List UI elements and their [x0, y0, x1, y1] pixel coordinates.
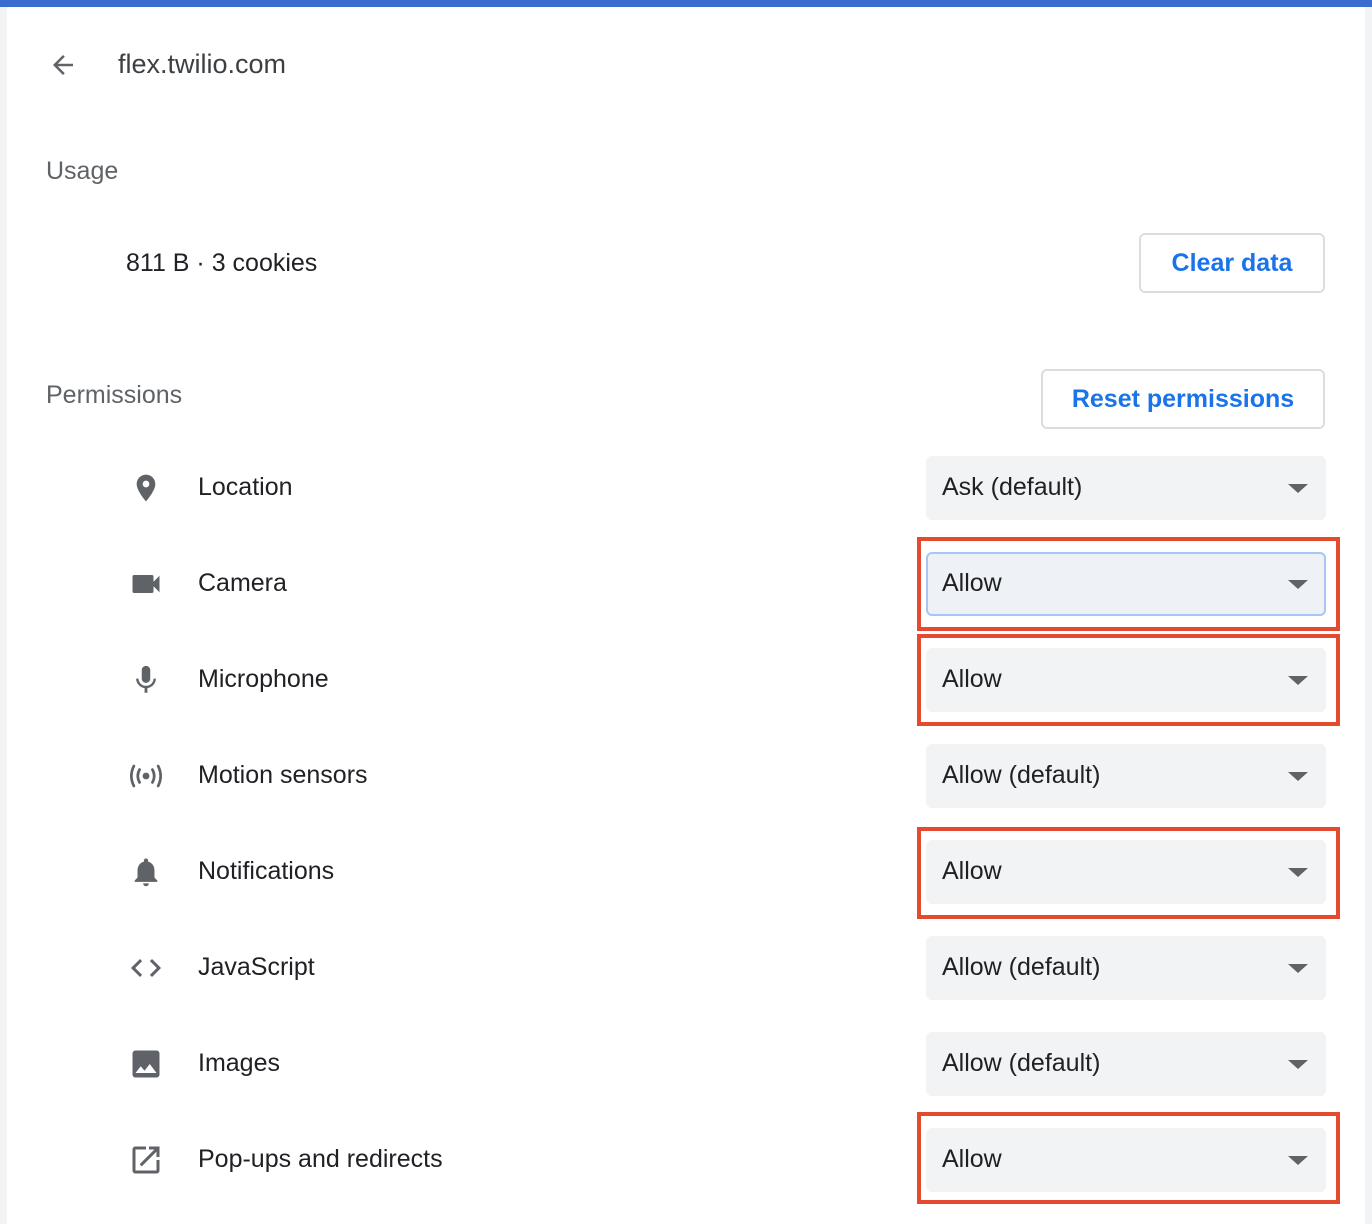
arrow-back-icon: [53, 55, 73, 75]
select-value: Ask (default): [942, 473, 1083, 501]
permission-label: Motion sensors: [198, 761, 368, 789]
permission-row-images: Images Allow (default): [7, 1032, 1365, 1096]
permission-label: JavaScript: [198, 953, 315, 981]
permission-row-popups: Pop-ups and redirects Allow: [7, 1128, 1365, 1192]
location-select[interactable]: Ask (default): [926, 456, 1326, 520]
notifications-select[interactable]: Allow: [926, 840, 1326, 904]
page-title: flex.twilio.com: [118, 49, 287, 79]
clear-data-button[interactable]: Clear data: [1139, 233, 1325, 293]
caret-down-icon: [1288, 676, 1308, 685]
bell-icon: [126, 854, 166, 890]
location-pin-icon: [126, 470, 166, 506]
caret-down-icon: [1288, 868, 1308, 877]
usage-heading: Usage: [46, 157, 119, 185]
permission-label: Notifications: [198, 857, 335, 885]
usage-summary: 811 B · 3 cookies: [126, 249, 318, 277]
code-icon: [126, 950, 166, 986]
permission-label: Camera: [198, 569, 287, 597]
caret-down-icon: [1288, 1060, 1308, 1069]
select-value: Allow: [942, 857, 1002, 885]
permission-label: Location: [198, 473, 293, 501]
permission-label: Pop-ups and redirects: [198, 1145, 443, 1173]
permission-row-javascript: JavaScript Allow (default): [7, 936, 1365, 1000]
caret-down-icon: [1288, 580, 1308, 589]
permission-row-motion-sensors: Motion sensors Allow (default): [7, 744, 1365, 808]
select-value: Allow (default): [942, 1049, 1101, 1077]
motion-sensors-select[interactable]: Allow (default): [926, 744, 1326, 808]
permission-row-location: Location Ask (default): [7, 456, 1365, 520]
select-value: Allow: [942, 665, 1002, 693]
images-select[interactable]: Allow (default): [926, 1032, 1326, 1096]
caret-down-icon: [1288, 484, 1308, 493]
reset-permissions-button[interactable]: Reset permissions: [1041, 369, 1325, 429]
caret-down-icon: [1288, 964, 1308, 973]
site-settings-page: flex.twilio.com Usage 811 B · 3 cookies …: [7, 7, 1365, 1224]
permission-row-camera: Camera Allow: [7, 552, 1365, 616]
camera-icon: [126, 566, 166, 602]
permission-row-microphone: Microphone Allow: [7, 648, 1365, 712]
open-in-new-icon: [126, 1142, 166, 1178]
top-accent-bar: [0, 0, 1372, 7]
select-value: Allow (default): [942, 953, 1101, 981]
caret-down-icon: [1288, 772, 1308, 781]
camera-select[interactable]: Allow: [926, 552, 1326, 616]
motion-sensors-icon: [126, 758, 166, 794]
permissions-heading: Permissions: [46, 381, 183, 409]
permission-row-notifications: Notifications Allow: [7, 840, 1365, 904]
javascript-select[interactable]: Allow (default): [926, 936, 1326, 1000]
back-button[interactable]: [43, 45, 83, 85]
select-value: Allow (default): [942, 761, 1101, 789]
caret-down-icon: [1288, 1156, 1308, 1165]
microphone-select[interactable]: Allow: [926, 648, 1326, 712]
permission-label: Images: [198, 1049, 280, 1077]
select-value: Allow: [942, 569, 1002, 597]
permission-label: Microphone: [198, 665, 329, 693]
popups-select[interactable]: Allow: [926, 1128, 1326, 1192]
image-icon: [126, 1046, 166, 1082]
microphone-icon: [126, 662, 166, 698]
select-value: Allow: [942, 1145, 1002, 1173]
